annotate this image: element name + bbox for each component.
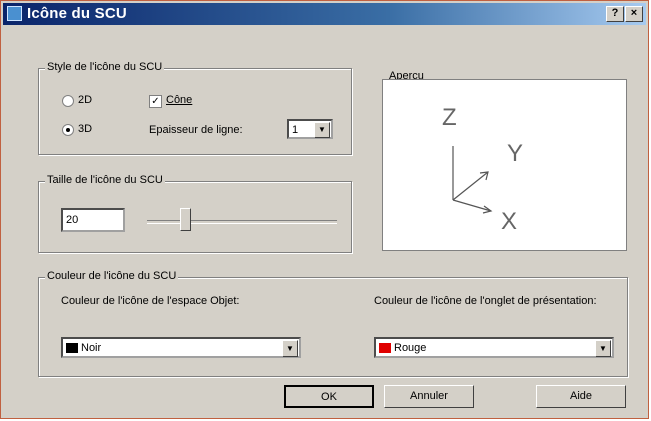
style-groupbox: Style de l'icône du SCU: [38, 61, 352, 155]
cancel-button[interactable]: Annuler: [384, 385, 474, 408]
axis-x-label: X: [501, 208, 518, 235]
line-width-label: Epaisseur de ligne:: [149, 124, 243, 136]
model-color-swatch: [66, 343, 78, 354]
style-group-legend: Style de l'icône du SCU: [45, 61, 165, 73]
app-icon: [7, 6, 22, 21]
line-width-value: 1: [292, 124, 299, 136]
axis-z-label: Z: [442, 104, 457, 131]
size-input[interactable]: 20: [61, 208, 125, 232]
color-groupbox: Couleur de l'icône du SCU: [38, 270, 628, 377]
layout-color-dropdown[interactable]: Rouge ▼: [374, 337, 614, 358]
cone-checkbox[interactable]: ✓: [149, 95, 162, 108]
layout-color-value: Rouge: [394, 342, 427, 354]
chevron-down-icon[interactable]: ▼: [314, 122, 330, 138]
radio-3d[interactable]: [62, 124, 74, 136]
cone-label: Cône: [166, 94, 193, 106]
size-group-legend: Taille de l'icône du SCU: [45, 174, 165, 186]
layout-color-swatch: [379, 343, 391, 354]
radio-3d-label: 3D: [78, 123, 93, 135]
title-bar[interactable]: Icône du SCU ? ×: [3, 3, 646, 25]
size-slider-thumb[interactable]: [180, 208, 191, 231]
radio-2d[interactable]: [62, 95, 74, 107]
ucs-icon-dialog: Icône du SCU ? × Style de l'icône du SCU…: [0, 0, 649, 419]
color-group-legend: Couleur de l'icône du SCU: [45, 270, 179, 282]
size-slider-track[interactable]: [147, 220, 337, 224]
help-title-button[interactable]: ?: [606, 6, 624, 22]
help-button[interactable]: Aide: [536, 385, 626, 408]
chevron-down-icon[interactable]: ▼: [282, 340, 298, 357]
chevron-down-icon[interactable]: ▼: [595, 340, 611, 357]
model-color-dropdown[interactable]: Noir ▼: [61, 337, 301, 358]
window-title: Icône du SCU: [27, 5, 127, 22]
close-button[interactable]: ×: [625, 6, 643, 22]
layout-color-label: Couleur de l'icône de l'onglet de présen…: [374, 295, 597, 307]
preview-pane: Z Y X: [382, 79, 627, 251]
axis-y-label: Y: [507, 140, 524, 167]
model-color-value: Noir: [81, 342, 102, 354]
radio-2d-label: 2D: [78, 94, 93, 106]
ok-button[interactable]: OK: [284, 385, 374, 408]
line-width-dropdown[interactable]: 1 ▼: [287, 119, 333, 139]
model-color-label: Couleur de l'icône de l'espace Objet:: [61, 295, 240, 307]
